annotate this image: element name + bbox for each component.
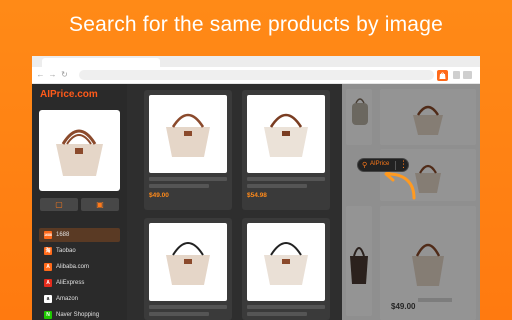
menu-icon[interactable] xyxy=(463,71,472,79)
query-image[interactable] xyxy=(39,110,120,191)
aiprice-float-button[interactable]: ⚲ AIPrice ⋮ xyxy=(357,158,409,172)
title-placeholder xyxy=(149,312,209,316)
title-placeholder xyxy=(149,177,227,181)
upload-image-button[interactable]: ▣ xyxy=(81,198,119,211)
title-placeholder xyxy=(149,184,209,188)
address-field[interactable] xyxy=(79,70,434,80)
title-placeholder xyxy=(247,305,325,309)
browser-tab[interactable] xyxy=(42,58,160,67)
title-placeholder xyxy=(149,305,227,309)
title-placeholder xyxy=(247,312,307,316)
result-card[interactable]: $54.98 xyxy=(242,90,330,210)
product-image xyxy=(247,223,325,301)
extension-icon[interactable] xyxy=(437,70,448,81)
title-placeholder xyxy=(247,177,325,181)
forward-icon[interactable]: → xyxy=(48,70,57,80)
result-card[interactable] xyxy=(144,218,232,320)
source-label: 1688 xyxy=(56,232,70,238)
search-icon: ⚲ xyxy=(362,162,368,169)
source-label: Naver Shopping xyxy=(56,312,100,318)
tab-bar xyxy=(32,56,480,67)
source-label: Taobao xyxy=(56,248,76,254)
result-card[interactable] xyxy=(242,218,330,320)
source-1688[interactable]: 1688 1688 xyxy=(39,228,120,242)
source-label: Amazon xyxy=(56,296,79,302)
reload-icon[interactable]: ↻ xyxy=(60,70,69,80)
panel-sidebar: AIPrice.com ▢ ▣ 1688 1688 淘 Taobao A Ali… xyxy=(32,84,127,320)
browser-window: ← → ↻ AIPrice.com ▢ ▣ 1688 1688 淘 Taobao… xyxy=(32,56,480,320)
page-content: AIPrice.com ▢ ▣ 1688 1688 淘 Taobao A Ali… xyxy=(32,84,480,320)
result-card[interactable]: $49.00 xyxy=(144,90,232,210)
source-label: Alibaba.com xyxy=(56,264,90,270)
url-bar: ← → ↻ xyxy=(32,67,480,84)
aiprice-panel: AIPrice.com ▢ ▣ 1688 1688 淘 Taobao A Ali… xyxy=(32,84,342,320)
1688-icon: 1688 xyxy=(44,231,52,239)
image-icon: ▣ xyxy=(96,200,104,209)
store-item-price: $49.00 xyxy=(391,302,416,311)
source-naver[interactable]: N Naver Shopping xyxy=(39,308,120,320)
alibaba-icon: A xyxy=(44,263,52,271)
amazon-icon: a xyxy=(44,295,52,303)
source-label: AliExpress xyxy=(56,280,85,286)
product-image xyxy=(149,95,227,173)
source-aliexpress[interactable]: A AliExpress xyxy=(39,276,120,290)
crop-button[interactable]: ▢ xyxy=(40,198,78,211)
naver-icon: N xyxy=(44,311,52,319)
crop-icon: ▢ xyxy=(55,200,63,209)
float-button-label: AIPrice xyxy=(370,161,390,167)
feed-icon[interactable] xyxy=(453,71,460,79)
product-image xyxy=(149,223,227,301)
source-alibaba[interactable]: A Alibaba.com xyxy=(39,260,120,274)
source-amazon[interactable]: a Amazon xyxy=(39,292,120,306)
aliexpress-icon: A xyxy=(44,279,52,287)
product-image xyxy=(247,95,325,173)
results-grid: $49.00 $54.98 xyxy=(136,84,342,320)
result-price: $49.00 xyxy=(149,192,169,199)
source-taobao[interactable]: 淘 Taobao xyxy=(39,244,120,258)
taobao-icon: 淘 xyxy=(44,247,52,255)
divider xyxy=(395,161,396,170)
back-icon[interactable]: ← xyxy=(36,70,45,80)
headline: Search for the same products by image xyxy=(69,13,443,36)
brand-logo: AIPrice.com xyxy=(40,89,98,100)
more-icon[interactable]: ⋮ xyxy=(399,159,408,170)
title-placeholder xyxy=(247,184,307,188)
result-price: $54.98 xyxy=(247,192,267,199)
